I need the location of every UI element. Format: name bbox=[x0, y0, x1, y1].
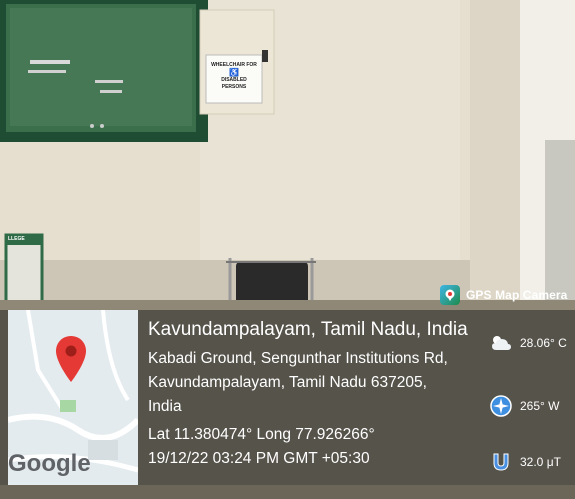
gps-map-camera-brand: GPS Map Camera bbox=[440, 281, 567, 309]
wind-value: 265° W bbox=[520, 399, 560, 413]
wind-row: 265° W bbox=[490, 395, 559, 417]
bottom-floor-strip bbox=[0, 485, 575, 499]
sign-line-2: DISABLED bbox=[221, 77, 247, 83]
google-logo: Google bbox=[8, 450, 91, 477]
brand-label: GPS Map Camera bbox=[466, 288, 568, 302]
temperature-value: 28.06° C bbox=[520, 336, 567, 350]
coordinates: Lat 11.380474° Long 77.926266° bbox=[148, 426, 375, 443]
wheelchair-icon: ♿ bbox=[229, 68, 239, 77]
magnet-icon bbox=[493, 453, 509, 471]
gps-map-camera-app-icon bbox=[440, 285, 460, 305]
address-line-2: Kavundampalayam, Tamil Nadu 637205, bbox=[148, 374, 427, 391]
address-line-3: India bbox=[148, 398, 182, 415]
map-thumbnail: Google bbox=[8, 310, 138, 485]
sign-line-3: PERSONS bbox=[221, 84, 247, 90]
location-title: Kavundampalayam, Tamil Nadu, India bbox=[148, 319, 468, 340]
location-pin-icon bbox=[56, 336, 86, 382]
wheelchair-sign: WHEELCHAIR FOR ♿ DISABLED PERSONS bbox=[206, 62, 262, 91]
magnetic-row: 32.0 μT bbox=[490, 451, 561, 473]
magnetic-value: 32.0 μT bbox=[520, 455, 561, 469]
address-line-1: Kabadi Ground, Sengunthar Institutions R… bbox=[148, 350, 448, 367]
partly-cloudy-icon bbox=[492, 336, 511, 350]
notice-board bbox=[0, 0, 208, 142]
location-info: Kavundampalayam, Tamil Nadu, India Kabad… bbox=[148, 318, 488, 471]
temperature-row: 28.06° C bbox=[490, 334, 567, 352]
board-label: LLEGE bbox=[8, 236, 25, 242]
datetime: 19/12/22 03:24 PM GMT +05:30 bbox=[148, 450, 370, 467]
compass-icon bbox=[490, 395, 512, 417]
sensor-panel: 28.06° C 265° W 32.0 μT bbox=[490, 312, 575, 482]
